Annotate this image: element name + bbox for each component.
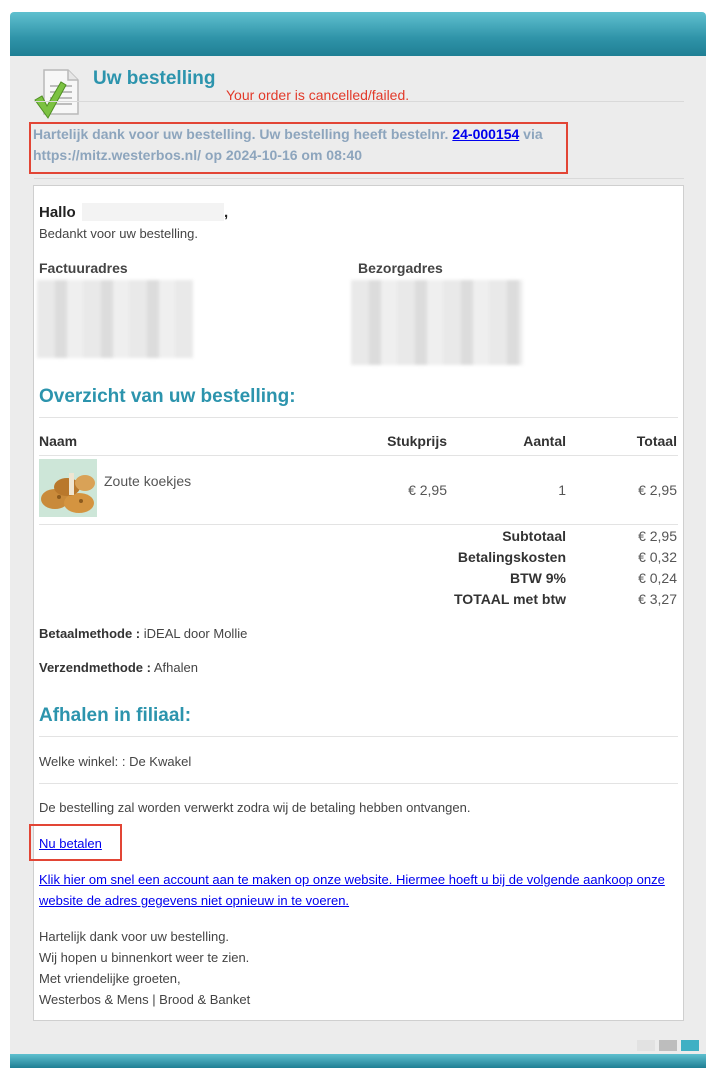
summary-vat-label: BTW 9% <box>510 570 566 586</box>
item-name: Zoute koekjes <box>104 473 192 489</box>
decor-square <box>659 1040 677 1051</box>
highlight-box <box>29 824 122 861</box>
shipping-method: Verzendmethode : Afhalen <box>39 660 198 675</box>
divider <box>34 178 684 179</box>
document-check-icon <box>34 68 86 120</box>
column-header-quantity: Aantal <box>523 433 566 449</box>
summary-payment-fee-value: € 0,32 <box>638 549 677 565</box>
billing-address-label: Factuuradres <box>39 260 128 276</box>
decor-square <box>637 1040 655 1051</box>
processing-note: De bestelling zal worden verwerkt zodra … <box>39 800 471 815</box>
shipping-method-label: Verzendmethode : <box>39 660 151 675</box>
closing-line: Met vriendelijke groeten, <box>39 971 181 986</box>
item-total: € 2,95 <box>638 482 677 498</box>
greeting-thanks: Bedankt voor uw bestelling. <box>39 226 198 241</box>
pickup-store: Welke winkel: : De Kwakel <box>39 754 192 769</box>
pickup-title: Afhalen in filiaal: <box>39 705 192 726</box>
divider <box>34 101 684 102</box>
column-header-name: Naam <box>39 433 78 449</box>
summary-payment-fee-label: Betalingskosten <box>457 549 566 565</box>
payment-method-label: Betaalmethode : <box>39 626 141 641</box>
divider <box>39 783 678 784</box>
overview-title: Overzicht van uw bestelling: <box>39 386 296 407</box>
page-title: Uw bestelling <box>93 68 216 89</box>
shipping-address-label: Bezorgadres <box>358 260 443 276</box>
email-footer-bar <box>10 1054 706 1068</box>
highlight-box <box>29 122 568 174</box>
decor-square <box>681 1040 699 1051</box>
column-header-total: Totaal <box>636 433 677 449</box>
summary-total-label: TOTAAL met btw <box>454 591 566 607</box>
redacted-shipping-address <box>351 280 523 365</box>
email-header-bar <box>10 12 706 56</box>
redacted-customer-name <box>82 203 224 221</box>
shipping-method-value: Afhalen <box>153 660 198 675</box>
summary-total-value: € 3,27 <box>638 591 677 607</box>
closing-line: Westerbos & Mens | Brood & Banket <box>39 992 251 1007</box>
cookies-image <box>39 459 97 517</box>
item-unit-price: € 2,95 <box>408 482 447 498</box>
greeting-hello: Hallo <box>39 204 76 221</box>
divider <box>39 417 678 418</box>
closing-line: Hartelijk dank voor uw bestelling. <box>39 929 230 944</box>
divider <box>39 524 678 525</box>
divider <box>39 455 678 456</box>
create-account-link[interactable]: Klik hier om snel een account aan te mak… <box>39 869 681 911</box>
payment-method: Betaalmethode : iDEAL door Mollie <box>39 626 247 641</box>
redacted-billing-address <box>37 280 193 358</box>
greeting-comma: , <box>224 204 229 221</box>
divider <box>39 736 678 737</box>
summary-subtotal-value: € 2,95 <box>638 528 677 544</box>
summary-vat-value: € 0,24 <box>638 570 677 586</box>
closing-text: Hartelijk dank voor uw bestelling. Wij h… <box>39 926 250 1010</box>
payment-method-value: iDEAL door Mollie <box>143 626 248 641</box>
item-quantity: 1 <box>558 482 566 498</box>
closing-line: Wij hopen u binnenkort weer te zien. <box>39 950 250 965</box>
column-header-unit-price: Stukprijs <box>387 433 447 449</box>
summary-subtotal-label: Subtotaal <box>502 528 566 544</box>
